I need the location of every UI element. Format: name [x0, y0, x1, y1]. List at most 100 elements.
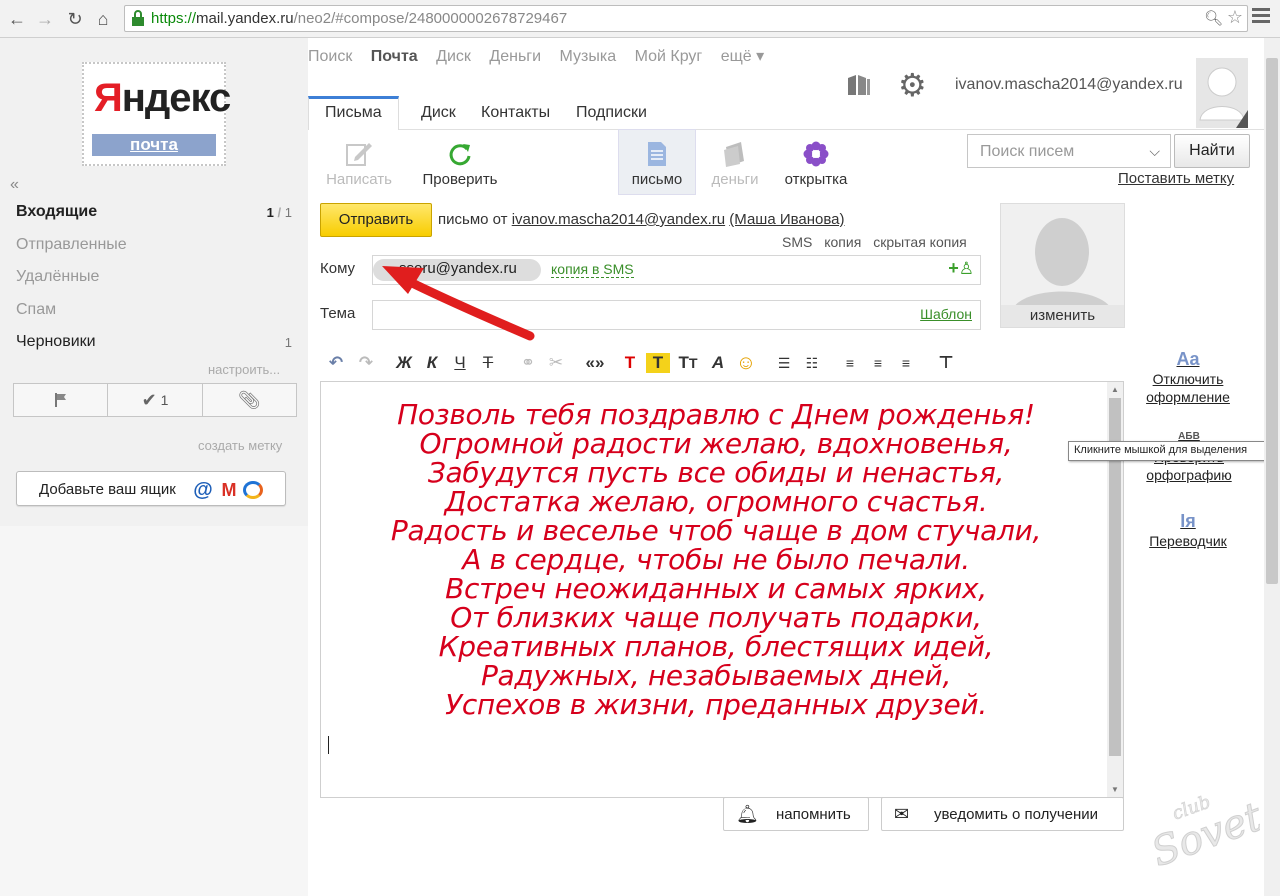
sms-copy-link[interactable]: копия в SMS: [551, 261, 634, 278]
sidebar-lower: [0, 526, 308, 896]
user-email[interactable]: ivanov.mascha2014@yandex.ru: [955, 76, 1183, 94]
bookmark-star-icon[interactable]: ☆: [1227, 7, 1243, 28]
quote-icon[interactable]: «»: [580, 350, 610, 376]
folder-drafts[interactable]: Черновики 1: [16, 333, 292, 357]
bcc-link[interactable]: скрытая копия: [873, 234, 967, 250]
search-button[interactable]: Найти: [1174, 134, 1250, 168]
add-mailbox-button[interactable]: Добавьте ваш ящик @ M: [16, 471, 286, 506]
setup-folders-link[interactable]: настроить...: [208, 362, 280, 377]
zoom-icon[interactable]: 🔍︎: [1204, 9, 1223, 27]
read-filter-button[interactable]: ✔ 1: [108, 384, 203, 416]
service-link-mail[interactable]: Почта: [371, 48, 418, 65]
service-link-moikrug[interactable]: Мой Круг: [635, 48, 703, 65]
address-bar[interactable]: https://mail.yandex.ru/neo2/#compose/248…: [124, 5, 1248, 32]
scroll-down-icon[interactable]: ▼: [1111, 785, 1119, 794]
from-name[interactable]: (Маша Иванова): [729, 211, 844, 228]
reload-icon[interactable]: ↻: [64, 8, 86, 30]
bold-icon[interactable]: Ж: [392, 350, 416, 376]
poem-line: От близких чаще получать подарки,: [450, 601, 982, 634]
folder-label: Входящие: [16, 203, 98, 220]
tab-subscriptions[interactable]: Подписки: [576, 96, 647, 130]
italic-icon[interactable]: К: [420, 350, 444, 376]
postcard-type-button[interactable]: открытка: [780, 141, 852, 188]
strikethrough-icon[interactable]: Т: [476, 350, 500, 376]
mail-tabs: Письма Диск Контакты Подписки: [308, 96, 1268, 130]
font-size-icon[interactable]: TT: [676, 350, 700, 376]
browser-menu-icon[interactable]: [1252, 8, 1270, 28]
change-photo-button[interactable]: изменить: [1001, 305, 1124, 327]
folder-label: Спам: [16, 301, 57, 318]
folder-count: 1 / 1: [266, 205, 292, 220]
template-link[interactable]: Шаблон: [920, 306, 972, 322]
check-icon: ✔: [141, 389, 157, 410]
link-icon[interactable]: ⚭: [516, 350, 540, 376]
service-link-money[interactable]: Деньги: [489, 48, 541, 65]
numbered-list-icon[interactable]: ☷: [800, 350, 824, 376]
check-mail-button[interactable]: Проверить: [418, 141, 502, 188]
poem-line: Достатка желаю, огромного счастья.: [444, 485, 988, 518]
home-icon[interactable]: ⌂: [92, 8, 114, 30]
back-icon[interactable]: ←: [6, 8, 28, 30]
translator-link[interactable]: Iя Переводчик: [1138, 512, 1238, 550]
align-center-icon[interactable]: ≡: [866, 350, 890, 376]
logo-subtitle[interactable]: почта: [92, 134, 216, 156]
font-family-icon[interactable]: A: [706, 350, 730, 376]
text-color-icon[interactable]: T: [618, 350, 642, 376]
send-button[interactable]: Отправить: [320, 203, 432, 237]
undo-icon[interactable]: ↶: [324, 350, 348, 376]
redo-icon[interactable]: ↷: [354, 350, 378, 376]
background-color-icon[interactable]: T: [646, 353, 670, 373]
money-type-button[interactable]: деньги: [704, 141, 766, 188]
smiley-icon[interactable]: ☺: [734, 350, 758, 376]
flagged-filter-button[interactable]: [14, 384, 109, 416]
folder-label: Черновики: [16, 333, 96, 350]
disable-formatting-link[interactable]: Aa Отключить оформление: [1138, 350, 1238, 406]
folder-inbox[interactable]: Входящие 1 / 1: [16, 203, 292, 227]
letter-label: письмо: [631, 171, 683, 188]
letter-type-button[interactable]: письмо: [620, 141, 694, 188]
tab-disk[interactable]: Диск: [421, 96, 456, 130]
page-scrollbar[interactable]: [1264, 38, 1280, 896]
unlink-icon[interactable]: ✂: [544, 350, 568, 376]
search-input[interactable]: Поиск писем ⌵: [967, 134, 1171, 168]
align-left-icon[interactable]: ≡: [838, 350, 862, 376]
clear-format-icon[interactable]: ⊤: [934, 350, 958, 376]
add-contact-icon[interactable]: +♙: [948, 258, 974, 279]
sender-photo[interactable]: изменить: [1000, 203, 1125, 328]
book-icon[interactable]: [846, 74, 872, 96]
service-link-search[interactable]: Поиск: [308, 48, 352, 65]
collapse-sidebar-icon[interactable]: «: [10, 176, 19, 194]
forward-icon[interactable]: →: [34, 8, 56, 30]
folder-sent[interactable]: Отправленные: [16, 236, 292, 260]
yandex-mail-logo[interactable]: Яндекс почта: [82, 62, 231, 166]
url-path: /neo2/#compose/2480000002678729467: [293, 10, 568, 27]
align-right-icon[interactable]: ≡: [894, 350, 918, 376]
write-label: Написать: [326, 171, 392, 188]
attachment-filter-button[interactable]: 📎︎: [203, 384, 296, 416]
folder-deleted[interactable]: Удалённые: [16, 268, 292, 292]
poem-line: А в сердце, чтобы не было печали.: [462, 543, 970, 576]
service-link-more[interactable]: ещё ▾: [721, 48, 764, 65]
scroll-up-icon[interactable]: ▲: [1111, 385, 1119, 394]
folder-spam[interactable]: Спам: [16, 301, 292, 325]
remind-button[interactable]: 🔔︎ напомнить: [723, 797, 869, 831]
paperclip-icon: 📎︎: [237, 389, 261, 410]
watermark-logo: Sovet club: [1145, 791, 1260, 870]
service-link-disk[interactable]: Диск: [436, 48, 471, 65]
tab-contacts[interactable]: Контакты: [481, 96, 550, 130]
underline-icon[interactable]: Ч: [448, 350, 472, 376]
chevron-down-icon[interactable]: ⌵: [1149, 143, 1160, 160]
service-link-music[interactable]: Музыка: [560, 48, 617, 65]
message-editor[interactable]: Позволь тебя поздравлю с Днем рожденья! …: [320, 381, 1124, 798]
folder-count: 1: [284, 335, 292, 350]
bullet-list-icon[interactable]: ☰: [772, 350, 796, 376]
page-scroll-thumb[interactable]: [1266, 58, 1278, 584]
write-button[interactable]: Написать: [322, 141, 396, 188]
cc-link[interactable]: копия: [824, 234, 861, 250]
put-label-link[interactable]: Поставить метку: [1118, 170, 1234, 187]
tab-letters[interactable]: Письма: [308, 96, 399, 130]
sms-link[interactable]: SMS: [782, 234, 812, 250]
create-label-link[interactable]: создать метку: [198, 438, 282, 453]
from-email-link[interactable]: ivanov.mascha2014@yandex.ru: [512, 211, 725, 228]
notify-receipt-button[interactable]: ✉︎ уведомить о получении: [881, 797, 1124, 831]
